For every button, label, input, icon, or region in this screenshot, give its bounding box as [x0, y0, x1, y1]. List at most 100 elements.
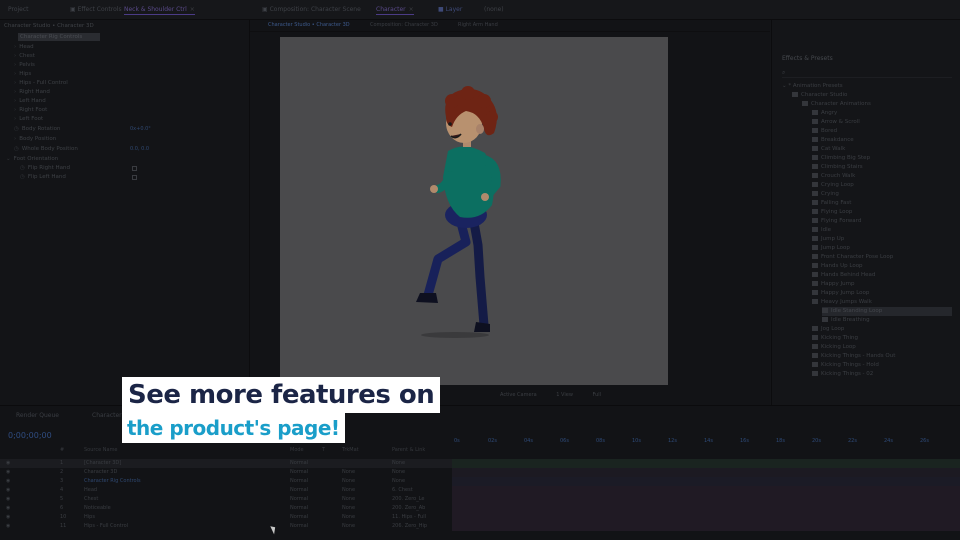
- layer-parent[interactable]: 200. Zero_Ab: [392, 504, 425, 513]
- preset-tree-item[interactable]: Falling Fast: [812, 199, 851, 208]
- layer-name[interactable]: Character Rig Controls: [84, 477, 141, 486]
- effect-row-right-foot[interactable]: › Right Foot: [14, 107, 47, 114]
- timecode-display[interactable]: 0;00;00;00: [8, 431, 52, 440]
- preset-tree-item[interactable]: Kicking Thing: [812, 334, 858, 343]
- preset-tree-item[interactable]: Kicking Loop: [812, 343, 856, 352]
- effect-row-pelvis[interactable]: › Pelvis: [14, 62, 35, 69]
- eye-icon[interactable]: ◉: [6, 522, 10, 531]
- preset-tree-item[interactable]: Flying Forward: [812, 217, 861, 226]
- chevron-right-icon[interactable]: ›: [14, 44, 16, 50]
- preset-tree-item[interactable]: Flying Loop: [812, 208, 852, 217]
- effect-row-left-hand[interactable]: › Left Hand: [14, 98, 46, 105]
- effect-row-chest[interactable]: › Chest: [14, 53, 35, 60]
- preset-tree-item[interactable]: Climbing Stairs: [812, 163, 863, 172]
- layer-bar[interactable]: [452, 495, 960, 504]
- table-row[interactable]: ◉ 6 Noticeable Normal None 200. Zero_Ab: [0, 504, 452, 513]
- view-dropdown[interactable]: 1 View: [556, 392, 573, 398]
- position-value[interactable]: 0.0, 0.0: [130, 146, 149, 152]
- eye-icon[interactable]: ◉: [6, 477, 10, 486]
- flip-left-hand-checkbox[interactable]: [132, 175, 137, 180]
- chevron-right-icon[interactable]: ›: [14, 107, 16, 113]
- preset-tree-item[interactable]: Hands Behind Head: [812, 271, 875, 280]
- layer-mode[interactable]: Normal: [290, 468, 308, 477]
- preset-tree-item[interactable]: ⌄ * Animation Presets: [782, 82, 843, 91]
- flip-right-hand-checkbox[interactable]: [132, 166, 137, 171]
- layer-bar[interactable]: [452, 486, 960, 495]
- preset-tree-item[interactable]: Jump Up: [812, 235, 844, 244]
- preset-tree-item[interactable]: Crying Loop: [812, 181, 854, 190]
- preset-tree-item[interactable]: Character Studio: [792, 91, 847, 100]
- eye-icon[interactable]: ◉: [6, 459, 10, 468]
- chevron-right-icon[interactable]: ›: [14, 136, 16, 142]
- stopwatch-icon[interactable]: ◷: [20, 165, 25, 171]
- layer-parent[interactable]: 206. Zero_Hip: [392, 522, 427, 531]
- chevron-right-icon[interactable]: ›: [14, 98, 16, 104]
- timeline-ruler[interactable]: 0s 02s 04s 06s 08s 10s 12s 14s 16s 18s 2…: [452, 436, 960, 450]
- viewer-tab-composition[interactable]: Composition: Character 3D: [370, 22, 438, 28]
- preset-tree-item[interactable]: Kicking Things - 02: [812, 370, 873, 379]
- preset-tree-item[interactable]: Kicking Things - Hands Out: [812, 352, 895, 361]
- tab-composition-target[interactable]: Character ×: [376, 5, 414, 15]
- preset-tree-item-selected[interactable]: Idle Standing Loop: [822, 307, 952, 316]
- layer-trkmat[interactable]: None: [342, 495, 355, 504]
- chevron-right-icon[interactable]: ›: [14, 116, 16, 122]
- camera-dropdown[interactable]: Active Camera: [500, 392, 537, 398]
- preset-tree-item[interactable]: Idle: [812, 226, 831, 235]
- layer-trkmat[interactable]: None: [342, 468, 355, 477]
- layer-name[interactable]: [Character 3D]: [84, 459, 121, 468]
- tab-effect-controls-target[interactable]: Neck & Shoulder Ctrl ×: [124, 5, 195, 15]
- table-row[interactable]: ◉ 5 Chest Normal None 200. Zero_Le: [0, 495, 452, 504]
- preset-tree-item[interactable]: Happy Jump Loop: [812, 289, 869, 298]
- eye-icon[interactable]: ◉: [6, 513, 10, 522]
- effects-search-input[interactable]: ⌕: [782, 69, 952, 78]
- table-row[interactable]: ◉ 2 Character 3D Normal None None: [0, 468, 452, 477]
- preset-tree-item[interactable]: Character Animations: [802, 100, 871, 109]
- preset-tree-item[interactable]: Cat Walk: [812, 145, 845, 154]
- tab-layer[interactable]: ■ Layer: [438, 5, 462, 15]
- preset-tree-item[interactable]: Happy Jump: [812, 280, 854, 289]
- layer-bar[interactable]: [452, 522, 960, 531]
- layer-mode[interactable]: Normal: [290, 477, 308, 486]
- preset-tree-item[interactable]: Arrow & Scroll: [812, 118, 860, 127]
- layer-trkmat[interactable]: None: [342, 477, 355, 486]
- chevron-right-icon[interactable]: ›: [14, 71, 16, 77]
- layer-mode[interactable]: Normal: [290, 504, 308, 513]
- effect-row-flip-left-hand[interactable]: ◷ Flip Left Hand: [20, 174, 66, 181]
- preset-tree-item[interactable]: Jump Loop: [812, 244, 850, 253]
- layer-parent[interactable]: None: [392, 477, 405, 486]
- close-icon[interactable]: ×: [190, 6, 195, 13]
- preset-tree-item[interactable]: Bored: [812, 127, 837, 136]
- eye-icon[interactable]: ◉: [6, 504, 10, 513]
- effect-row-hips[interactable]: › Hips: [14, 71, 31, 78]
- quality-dropdown[interactable]: Full: [593, 392, 602, 398]
- layer-name[interactable]: Hips - Full Control: [84, 522, 128, 531]
- layer-mode[interactable]: Normal: [290, 486, 308, 495]
- preset-tree-item[interactable]: Breakdance: [812, 136, 854, 145]
- layer-bar[interactable]: [452, 459, 960, 468]
- viewer-tab-right-arm[interactable]: Right Arm Hand: [458, 22, 498, 28]
- effect-row-right-hand[interactable]: › Right Hand: [14, 89, 50, 96]
- layer-parent[interactable]: None: [392, 468, 405, 477]
- close-icon[interactable]: ×: [409, 6, 414, 13]
- layer-mode[interactable]: Normal: [290, 495, 308, 504]
- layer-name[interactable]: Noticeable: [84, 504, 111, 513]
- layer-mode[interactable]: Normal: [290, 522, 308, 531]
- tab-render-queue[interactable]: Render Queue: [16, 412, 59, 419]
- chevron-right-icon[interactable]: ›: [14, 53, 16, 59]
- tab-composition[interactable]: ▣ Composition: Character Scene: [262, 5, 361, 15]
- layer-bar[interactable]: [452, 504, 960, 513]
- promo-callout-line2[interactable]: the product's page!: [122, 413, 345, 443]
- rotation-value[interactable]: 0x+0.0°: [130, 126, 151, 132]
- timeline-track-area[interactable]: [452, 456, 960, 540]
- stopwatch-icon[interactable]: ◷: [20, 174, 25, 180]
- layer-name[interactable]: Chest: [84, 495, 98, 504]
- layer-bar[interactable]: [452, 513, 960, 522]
- layer-parent[interactable]: 200. Zero_Le: [392, 495, 425, 504]
- chevron-right-icon[interactable]: ›: [14, 80, 16, 86]
- preset-tree-item[interactable]: Front Character Pose Loop: [812, 253, 893, 262]
- layer-parent[interactable]: 6. Chest: [392, 486, 413, 495]
- stopwatch-icon[interactable]: ◷: [14, 146, 19, 152]
- effect-row-whole-body-position[interactable]: ◷ Whole Body Position: [14, 146, 78, 153]
- effect-row-head[interactable]: › Head: [14, 44, 34, 51]
- viewer-tab-main[interactable]: Character Studio • Character 3D: [268, 22, 350, 28]
